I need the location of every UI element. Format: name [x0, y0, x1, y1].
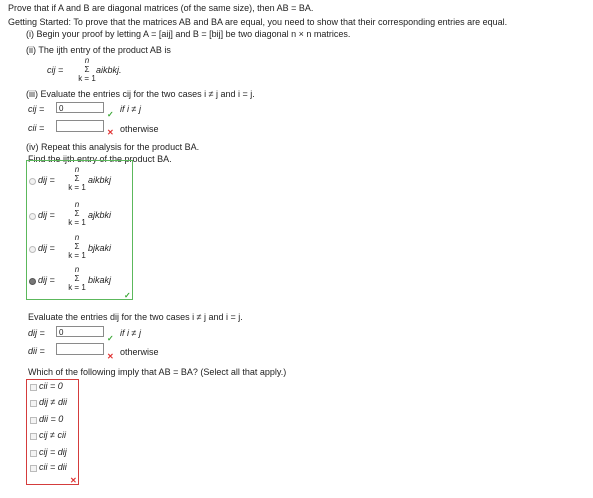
c-row2-input[interactable]: [56, 120, 104, 132]
checkbox-option-1[interactable]: [30, 384, 37, 391]
checkbox-option-2-label: dij ≠ dii: [39, 397, 67, 407]
sum-lower: k = 1: [68, 283, 86, 292]
sum-upper: n: [74, 233, 80, 242]
sum-upper: n: [84, 56, 90, 65]
checkbox-option-6[interactable]: [30, 465, 37, 472]
d-option-1-radio[interactable]: [29, 178, 36, 185]
c-formula-term: aikbkj.: [96, 65, 122, 75]
check-icon: ✓: [107, 334, 114, 343]
step-iv-text: (iv) Repeat this analysis for the produc…: [26, 142, 200, 152]
checkbox-option-5-label: cij = dij: [39, 447, 67, 457]
c-row1-label: cij =: [28, 104, 45, 114]
d-row1-label: dij =: [28, 328, 45, 338]
cross-icon: ✕: [107, 128, 114, 137]
sum-lower: k = 1: [78, 74, 96, 83]
step-i-text: (i) Begin your proof by letting A = [aij…: [26, 29, 351, 39]
sum-upper: n: [74, 165, 80, 174]
cross-icon: ✕: [70, 476, 77, 485]
d-option-2-lhs: dij =: [38, 210, 55, 220]
d-option-4-lhs: dij =: [38, 275, 55, 285]
checkbox-option-4[interactable]: [30, 433, 37, 440]
check-icon: ✓: [107, 110, 114, 119]
checkbox-option-3[interactable]: [30, 417, 37, 424]
step-iii-text: (iii) Evaluate the entries cij for the t…: [26, 89, 255, 99]
checkbox-option-1-label: cii = 0: [39, 381, 63, 391]
cross-icon: ✕: [107, 352, 114, 361]
evaluate-d-text: Evaluate the entries dij for the two cas…: [28, 312, 243, 322]
d-option-4-radio[interactable]: [29, 278, 36, 285]
d-option-2-radio[interactable]: [29, 213, 36, 220]
d-row2-label: dii =: [28, 346, 45, 356]
d-option-3-radio[interactable]: [29, 246, 36, 253]
d-option-2-term: ajkbki: [88, 210, 112, 220]
d-option-3-lhs: dij =: [38, 243, 55, 253]
checkbox-option-5[interactable]: [30, 450, 37, 457]
problem-statement: Prove that if A and B are diagonal matri…: [8, 3, 314, 13]
d-option-1-term: aikbkj: [88, 175, 112, 185]
checkbox-option-2[interactable]: [30, 400, 37, 407]
which-question: Which of the following imply that AB = B…: [28, 367, 287, 377]
step-ii-text: (ii) The ijth entry of the product AB is: [26, 45, 171, 55]
c-formula-lhs: cij =: [47, 65, 64, 75]
checkbox-option-4-label: cij ≠ cii: [39, 430, 66, 440]
d-option-3-term: bjkaki: [88, 243, 112, 253]
sum-lower: k = 1: [68, 218, 86, 227]
sum-upper: n: [74, 265, 80, 274]
d-row1-cond: if i ≠ j: [120, 328, 141, 338]
getting-started-text: Getting Started: To prove that the matri…: [8, 17, 508, 27]
checkbox-option-3-label: dii = 0: [39, 414, 64, 424]
c-row2-cond: otherwise: [120, 124, 159, 134]
d-row2-input[interactable]: [56, 343, 104, 355]
sum-lower: k = 1: [68, 251, 86, 260]
checkbox-option-6-label: cii = dii: [39, 462, 67, 472]
sum-upper: n: [74, 200, 80, 209]
check-icon: ✓: [124, 291, 131, 300]
d-row1-input[interactable]: 0: [56, 326, 104, 337]
d-row2-cond: otherwise: [120, 347, 159, 357]
d-option-4-term: bikakj: [88, 275, 112, 285]
c-row2-label: cii =: [28, 123, 45, 133]
c-row1-cond: if i ≠ j: [120, 104, 141, 114]
c-row1-input[interactable]: 0: [56, 102, 104, 113]
sum-lower: k = 1: [68, 183, 86, 192]
d-option-1-lhs: dij =: [38, 175, 55, 185]
